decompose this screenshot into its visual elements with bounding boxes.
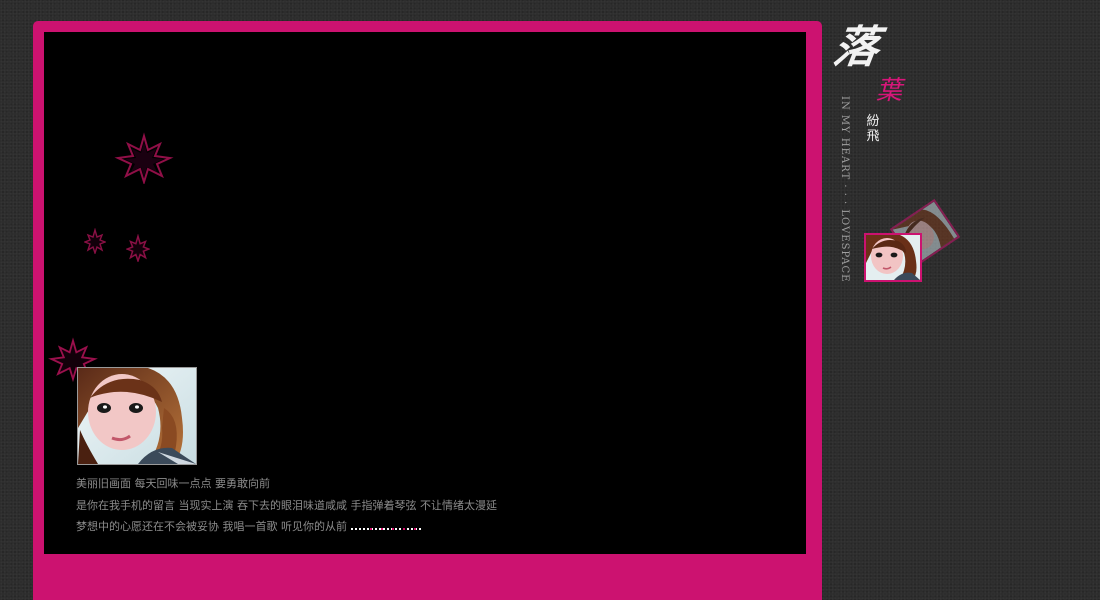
thumbnail-photo[interactable] <box>864 233 922 282</box>
main-frame: 美丽旧画面 每天回味一点点 要勇敢向前 是你在我手机的留言 当现实上演 吞下去的… <box>33 21 822 600</box>
site-logo[interactable]: 落 葉 IN MY HEART · · · LOVESPACE 紛飛 <box>830 22 972 294</box>
page: 美丽旧画面 每天回味一点点 要勇敢向前 是你在我手机的留言 当现实上演 吞下去的… <box>0 0 1100 600</box>
logo-subtitle: 紛飛 <box>866 114 880 144</box>
logo-vertical-text: IN MY HEART · · · LOVESPACE <box>839 96 850 283</box>
maple-leaf-icon <box>114 132 174 184</box>
lyrics-block: 美丽旧画面 每天回味一点点 要勇敢向前 是你在我手机的留言 当现实上演 吞下去的… <box>76 473 676 538</box>
maple-leaf-icon <box>126 234 150 262</box>
lyric-line: 是你在我手机的留言 当现实上演 吞下去的眼泪味道咸咸 手指弹着琴弦 不让情绪太漫… <box>76 498 497 512</box>
maple-leaf-icon <box>84 228 106 254</box>
logo-title-char-accent: 葉 <box>876 76 903 106</box>
lyric-line-last: 梦想中的心愿还在不会被妥协 我唱一首歌 听见你的从前 <box>76 516 676 538</box>
lyric-line: 美丽旧画面 每天回味一点点 要勇敢向前 <box>76 477 270 490</box>
ellipsis-dots <box>351 527 423 531</box>
logo-title-char: 落 <box>830 22 882 73</box>
content-screen: 美丽旧画面 每天回味一点点 要勇敢向前 是你在我手机的留言 当现实上演 吞下去的… <box>44 32 806 554</box>
portrait-photo <box>77 367 197 465</box>
lyric-line: 梦想中的心愿还在不会被妥协 我唱一首歌 听见你的从前 <box>76 520 347 533</box>
